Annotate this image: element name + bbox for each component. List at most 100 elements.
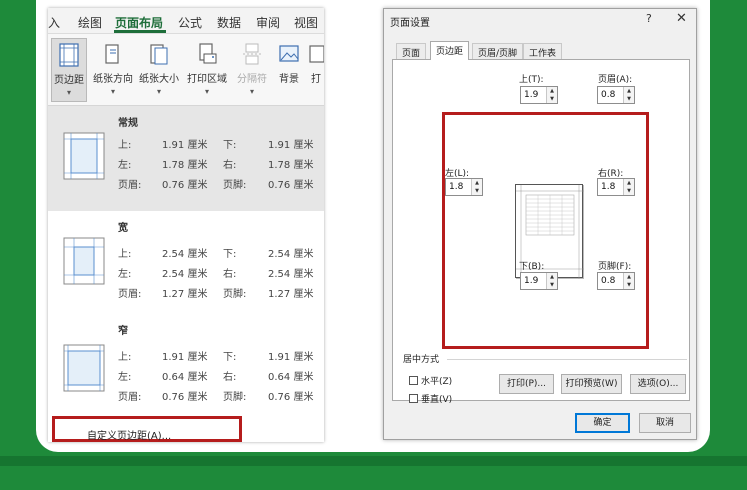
- close-icon[interactable]: ✕: [676, 11, 687, 26]
- header-margin-input[interactable]: 0.8 ▲ ▼: [597, 86, 635, 104]
- checkbox-box[interactable]: [409, 376, 418, 385]
- tab-view[interactable]: 视图: [294, 14, 318, 31]
- breaks-button-label: 分隔符: [237, 74, 267, 85]
- margins-icon: [59, 43, 79, 67]
- right-label: 右:: [223, 160, 237, 171]
- footer-margin-input[interactable]: 0.8 ▲ ▼: [597, 272, 635, 290]
- spin-up-icon[interactable]: ▲: [472, 179, 482, 187]
- spin-down-icon[interactable]: ▼: [547, 95, 557, 103]
- dialog-title: 页面设置: [390, 18, 430, 29]
- top-margin-input[interactable]: 1.9 ▲ ▼: [520, 86, 558, 104]
- tab-sheet[interactable]: 工作表: [523, 43, 563, 59]
- left-value: 0.64 厘米: [162, 372, 208, 383]
- margins-dropdown-panel: 入 绘图 页面布局 公式 数据 审阅 视图 页边距 ▾ 纸张方向 ▾ 纸张大小 …: [48, 8, 324, 442]
- spin-up-icon[interactable]: ▲: [624, 273, 634, 281]
- footer-label: 页脚:: [223, 180, 247, 191]
- top-value: 1.91 厘米: [162, 352, 208, 363]
- margin-option-wide[interactable]: 宽 上: 2.54 厘米 下: 2.54 厘米 左: 2.54 厘米 右: 2.…: [48, 211, 324, 316]
- orientation-icon: [105, 44, 119, 64]
- paper-size-icon: [150, 44, 168, 65]
- top-label: 上:: [118, 140, 132, 151]
- custom-margins-button[interactable]: 自定义页边距(A)...: [52, 416, 242, 442]
- margin-option-normal[interactable]: 常规 上: 1.91 厘米 下: 1.91 厘米 左: 1.78 厘米 右: 1…: [48, 106, 324, 211]
- spin-down-icon[interactable]: ▼: [547, 281, 557, 289]
- margin-option-narrow[interactable]: 窄 上: 1.91 厘米 下: 1.91 厘米 左: 0.64 厘米 右: 0.…: [48, 314, 324, 419]
- checkbox-box[interactable]: [409, 394, 418, 403]
- breaks-button[interactable]: 分隔符 ▾: [232, 38, 272, 102]
- help-icon[interactable]: ?: [646, 12, 652, 25]
- top-value: 2.54 厘米: [162, 249, 208, 260]
- print-titles-button-label: 打: [311, 74, 321, 85]
- footer-value: 1.27 厘米: [268, 289, 314, 300]
- header-label: 页眉:: [118, 392, 142, 403]
- print-area-button[interactable]: 打印区域 ▾: [182, 38, 232, 102]
- center-on-page-title: 居中方式: [403, 355, 440, 365]
- spin-down-icon[interactable]: ▼: [624, 187, 634, 195]
- left-margin-input[interactable]: 1.8 ▲ ▼: [445, 178, 483, 196]
- center-horizontally-checkbox[interactable]: 水平(Z): [409, 374, 452, 387]
- center-vertically-checkbox[interactable]: 垂直(V): [409, 392, 452, 405]
- background-button[interactable]: 背景: [274, 38, 304, 102]
- bottom-margin-input[interactable]: 1.9 ▲ ▼: [520, 272, 558, 290]
- margins-button[interactable]: 页边距 ▾: [51, 38, 87, 102]
- tab-margins[interactable]: 页边距: [430, 41, 470, 60]
- tab-review[interactable]: 审阅: [256, 14, 280, 31]
- spin-arrows[interactable]: ▲ ▼: [623, 87, 634, 103]
- header-margin-label: 页眉(A):: [598, 75, 633, 85]
- left-value: 1.78 厘米: [162, 160, 208, 171]
- cancel-button[interactable]: 取消: [639, 413, 691, 433]
- spin-down-icon[interactable]: ▼: [472, 187, 482, 195]
- spin-arrows[interactable]: ▲ ▼: [623, 179, 634, 195]
- top-margin-value: 1.9: [524, 90, 539, 100]
- left-margin-value: 1.8: [449, 182, 464, 192]
- orientation-button[interactable]: 纸张方向 ▾: [90, 38, 136, 102]
- top-value: 1.91 厘米: [162, 140, 208, 151]
- left-label: 左:: [118, 160, 132, 171]
- chevron-down-icon: ▾: [204, 87, 209, 96]
- print-titles-button[interactable]: 打: [306, 38, 324, 102]
- spin-up-icon[interactable]: ▲: [547, 273, 557, 281]
- right-margin-value: 1.8: [601, 182, 616, 192]
- background-button-label: 背景: [279, 74, 299, 85]
- spin-arrows[interactable]: ▲ ▼: [471, 179, 482, 195]
- spin-arrows[interactable]: ▲ ▼: [623, 273, 634, 289]
- spin-up-icon[interactable]: ▲: [624, 87, 634, 95]
- spin-down-icon[interactable]: ▼: [624, 281, 634, 289]
- options-button[interactable]: 选项(O)...: [630, 374, 686, 394]
- header-margin-value: 0.8: [601, 90, 616, 100]
- paper-size-button[interactable]: 纸张大小 ▾: [136, 38, 182, 102]
- bottom-margin-label: 下(B):: [519, 262, 545, 272]
- left-label: 左:: [118, 372, 132, 383]
- margins-button-label: 页边距: [54, 75, 84, 86]
- header-value: 1.27 厘米: [162, 289, 208, 300]
- spin-up-icon[interactable]: ▲: [624, 179, 634, 187]
- print-titles-icon: [309, 45, 324, 63]
- tab-formulas[interactable]: 公式: [178, 14, 202, 31]
- page-setup-dialog: 页面设置 ? ✕ 页面 页边距 页眉/页脚 工作表 上(T): 1.9 ▲ ▼ 页…: [383, 8, 697, 440]
- spin-arrows[interactable]: ▲ ▼: [546, 87, 557, 103]
- margins-tab-panel: 上(T): 1.9 ▲ ▼ 页眉(A): 0.8 ▲ ▼ 左(L): 1.8 ▲ ▼: [392, 59, 690, 405]
- print-preview-button[interactable]: 打印预览(W): [561, 374, 622, 394]
- orientation-button-label: 纸张方向: [93, 74, 133, 85]
- footer-label: 页脚:: [223, 392, 247, 403]
- spin-up-icon[interactable]: ▲: [547, 87, 557, 95]
- tab-draw[interactable]: 绘图: [78, 14, 102, 31]
- chevron-down-icon: ▾: [249, 87, 254, 96]
- ok-button[interactable]: 确定: [575, 413, 630, 433]
- tab-header-footer[interactable]: 页眉/页脚: [472, 43, 524, 59]
- tab-page[interactable]: 页面: [396, 43, 427, 59]
- tab-insert[interactable]: 入: [48, 14, 60, 31]
- bottom-value: 1.91 厘米: [268, 352, 314, 363]
- header-label: 页眉:: [118, 289, 142, 300]
- print-button[interactable]: 打印(P)...: [499, 374, 554, 394]
- footer-value: 0.76 厘米: [268, 180, 314, 191]
- footer-label: 页脚:: [223, 289, 247, 300]
- paper-size-button-label: 纸张大小: [139, 74, 179, 85]
- bottom-value: 2.54 厘米: [268, 249, 314, 260]
- right-margin-input[interactable]: 1.8 ▲ ▼: [597, 178, 635, 196]
- spin-down-icon[interactable]: ▼: [624, 95, 634, 103]
- spin-arrows[interactable]: ▲ ▼: [546, 273, 557, 289]
- chevron-down-icon: ▾: [66, 88, 71, 97]
- tab-page-layout[interactable]: 页面布局: [115, 14, 163, 31]
- tab-data[interactable]: 数据: [217, 14, 241, 31]
